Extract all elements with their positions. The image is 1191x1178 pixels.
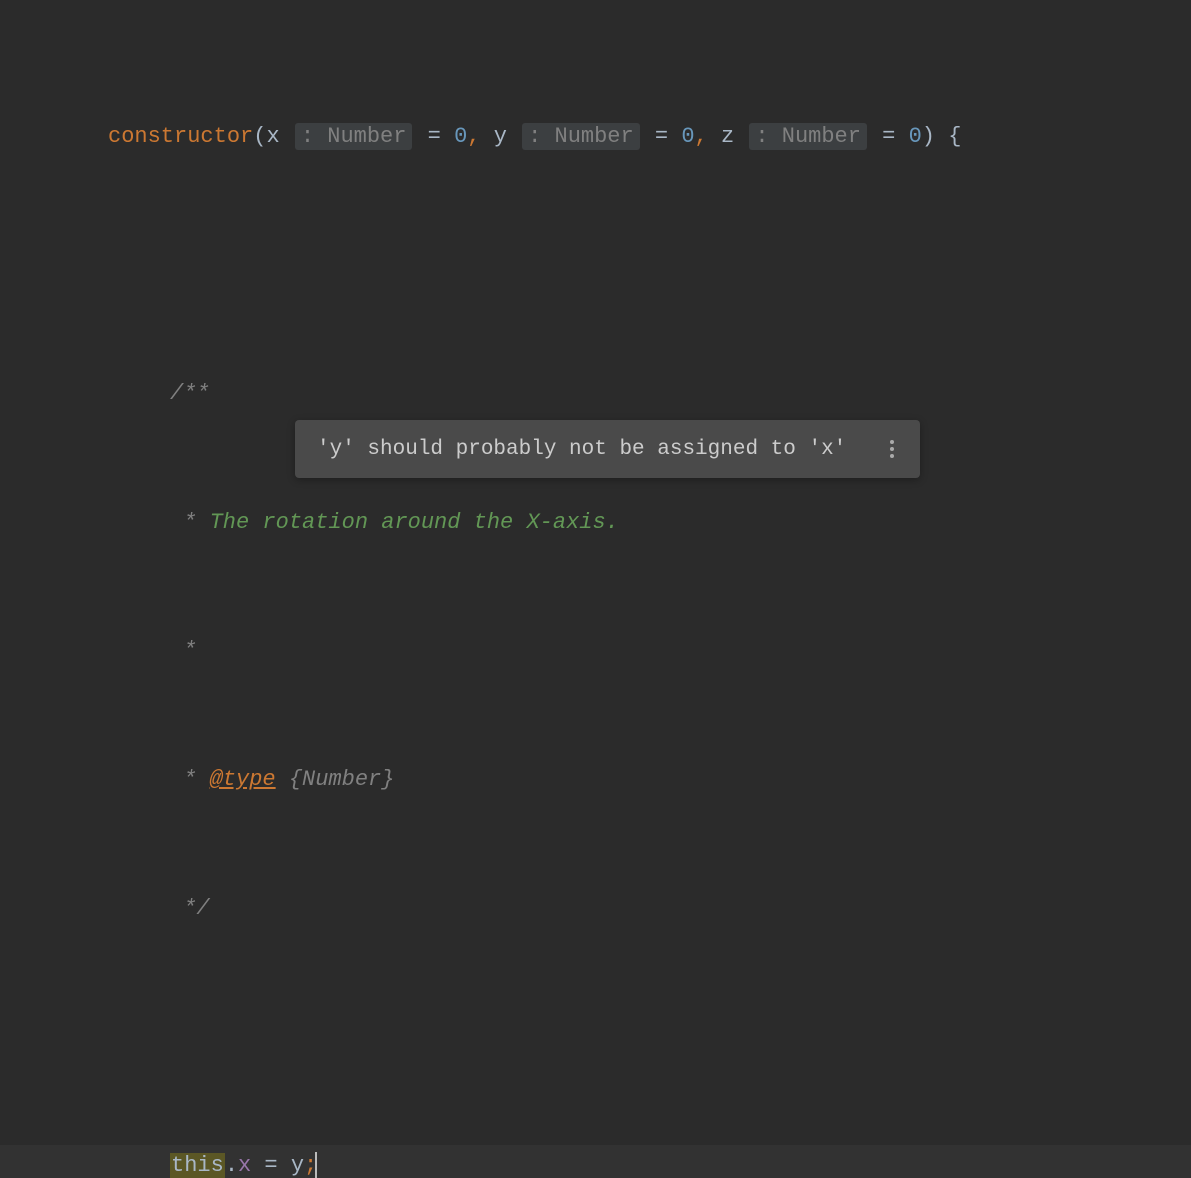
comma: , [467, 124, 480, 149]
param-y-name: y [494, 124, 507, 149]
more-actions-icon[interactable] [886, 436, 898, 462]
doc-line[interactable]: */ [0, 888, 1191, 931]
open-brace: { [948, 124, 961, 149]
dot: . [225, 1153, 238, 1178]
param-z-name: z [721, 124, 734, 149]
code-editor[interactable]: constructor(x : Number = 0, y : Number =… [0, 0, 1191, 1178]
doc-line[interactable]: /** [0, 373, 1191, 416]
doc-open: /** [170, 381, 210, 406]
inspection-tooltip: 'y' should probably not be assigned to '… [295, 420, 920, 478]
default-z: 0 [909, 124, 922, 149]
doc-line[interactable]: * The rotation around the X-axis. [0, 502, 1191, 545]
doc-line[interactable]: * [0, 630, 1191, 673]
open-paren: ( [253, 124, 266, 149]
doc-tag-type: @type [210, 767, 276, 792]
op-equals: = [882, 124, 908, 149]
param-x-name: x [266, 124, 279, 149]
close-paren: ) [922, 124, 935, 149]
code-line-signature[interactable]: constructor(x : Number = 0, y : Number =… [0, 116, 1191, 159]
doc-star: * [170, 638, 196, 663]
type-hint-z: : Number [749, 123, 867, 150]
doc-type-arg: {Number} [276, 767, 395, 792]
code-line-assignment[interactable]: this.x = y; [0, 1145, 1191, 1178]
type-hint-y: : Number [522, 123, 640, 150]
op-assign: = [251, 1153, 291, 1178]
tooltip-message: 'y' should probably not be assigned to '… [317, 438, 846, 461]
value-y: y [291, 1153, 304, 1178]
doc-text: The rotation around the X-axis. [210, 510, 619, 535]
doc-line[interactable]: * @type {Number} [0, 759, 1191, 802]
blank-line[interactable] [0, 244, 1191, 287]
default-x: 0 [454, 124, 467, 149]
op-equals: = [655, 124, 681, 149]
doc-close: */ [170, 896, 210, 921]
comma: , [695, 124, 708, 149]
blank-line[interactable] [0, 1016, 1191, 1059]
doc-star: * [170, 767, 210, 792]
keyword-this: this [170, 1153, 225, 1178]
text-cursor [315, 1152, 317, 1178]
default-y: 0 [681, 124, 694, 149]
type-hint-x: : Number [295, 123, 413, 150]
op-equals: = [428, 124, 454, 149]
property-x: x [238, 1153, 251, 1178]
doc-star: * [170, 510, 210, 535]
keyword-constructor: constructor [108, 124, 253, 149]
